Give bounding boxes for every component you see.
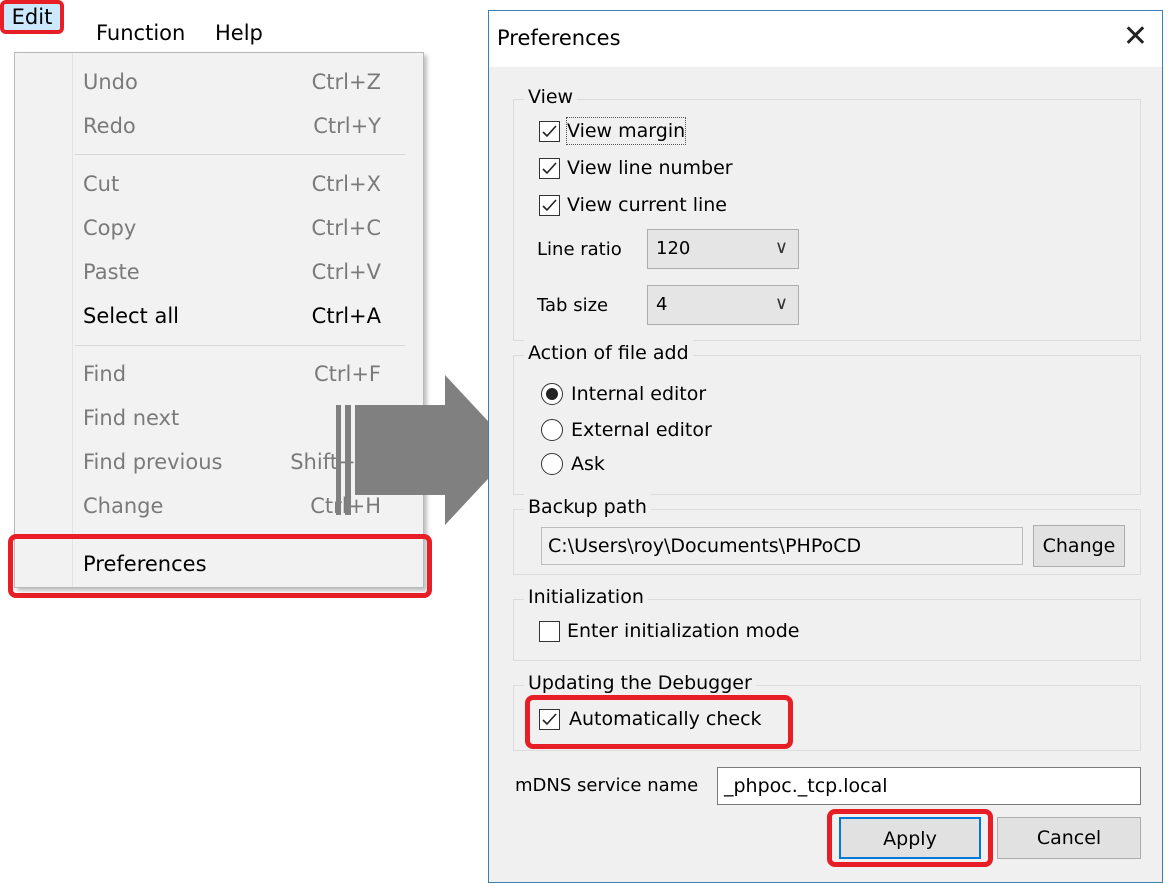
internal-editor-label: Internal editor	[571, 383, 707, 405]
external-editor-label: External editor	[571, 419, 712, 441]
menu-item-label: Copy	[83, 216, 137, 240]
line-ratio-value: 120	[656, 238, 691, 259]
change-button[interactable]: Change	[1033, 525, 1125, 567]
menu-item-undo[interactable]: Undo Ctrl+Z	[15, 61, 423, 103]
mdns-service-name-input[interactable]: _phpoc._tcp.local	[717, 767, 1141, 805]
menu-item-label: Find next	[83, 406, 180, 430]
menu-item-shortcut: Ctrl+V	[311, 260, 381, 284]
title-bar: Preferences ✕	[489, 11, 1162, 67]
menu-item-label: Undo	[83, 70, 138, 94]
file-add-group-title: Action of file add	[524, 340, 693, 366]
menu-item-copy[interactable]: Copy Ctrl+C	[15, 207, 423, 249]
menu-function[interactable]: Function	[96, 18, 185, 48]
menu-item-redo[interactable]: Redo Ctrl+Y	[15, 105, 423, 147]
menu-item-label: Redo	[83, 114, 136, 138]
dialog-title: Preferences	[497, 26, 621, 50]
enter-init-mode-checkbox[interactable]	[539, 621, 560, 642]
close-icon[interactable]: ✕	[1123, 19, 1148, 55]
chevron-down-icon: ∨	[774, 293, 788, 314]
cancel-button[interactable]: Cancel	[997, 817, 1141, 859]
view-margin-label: View margin	[565, 117, 687, 145]
external-editor-radio[interactable]	[541, 419, 563, 441]
menu-item-label: Find previous	[83, 450, 223, 474]
line-ratio-label: Line ratio	[537, 239, 622, 260]
ask-label: Ask	[571, 453, 605, 475]
menu-item-shortcut: Ctrl+X	[311, 172, 381, 196]
auto-check-highlight-box	[525, 695, 793, 749]
enter-init-mode-label: Enter initialization mode	[567, 620, 800, 642]
menu-item-label: Paste	[83, 260, 140, 284]
menu-item-label: Change	[83, 494, 164, 518]
preferences-dialog: Preferences ✕ View View margin View line…	[488, 10, 1163, 883]
menu-separator	[75, 345, 405, 346]
line-ratio-select[interactable]: 120 ∨	[647, 229, 799, 269]
view-margin-checkbox[interactable]	[539, 121, 560, 142]
menu-help[interactable]: Help	[215, 18, 263, 48]
tab-size-value: 4	[656, 294, 668, 315]
view-group-title: View	[524, 84, 578, 110]
view-current-line-checkbox[interactable]	[539, 195, 560, 216]
view-line-number-checkbox[interactable]	[539, 158, 560, 179]
menu-separator	[75, 154, 405, 155]
menu-item-paste[interactable]: Paste Ctrl+V	[15, 251, 423, 293]
menu-edit[interactable]: Edit	[0, 0, 64, 34]
menu-item-shortcut: Ctrl+Z	[311, 70, 381, 94]
update-debugger-group-title: Updating the Debugger	[524, 670, 756, 696]
menu-item-shortcut: Ctrl+A	[311, 304, 381, 328]
tab-size-label: Tab size	[537, 295, 609, 316]
chevron-down-icon: ∨	[774, 237, 788, 258]
apply-highlight-box	[827, 809, 993, 867]
backup-path-group-title: Backup path	[524, 494, 651, 520]
internal-editor-radio[interactable]	[541, 383, 563, 405]
menu-item-shortcut: Ctrl+C	[311, 216, 381, 240]
preferences-highlight-box	[8, 534, 432, 598]
view-line-number-label: View line number	[567, 157, 733, 179]
mdns-label: mDNS service name	[515, 775, 699, 796]
menu-item-cut[interactable]: Cut Ctrl+X	[15, 163, 423, 205]
view-current-line-label: View current line	[567, 194, 727, 216]
radio-selected-dot	[546, 388, 558, 400]
arrow-stripe	[345, 405, 351, 515]
arrow-stripe	[336, 405, 341, 515]
ask-radio[interactable]	[541, 453, 563, 475]
initialization-group-title: Initialization	[524, 584, 648, 610]
tab-size-select[interactable]: 4 ∨	[647, 285, 799, 325]
menu-item-select-all[interactable]: Select all Ctrl+A	[15, 295, 423, 337]
menu-item-shortcut: Ctrl+Y	[313, 114, 381, 138]
menu-item-label: Cut	[83, 172, 120, 196]
menu-item-label: Select all	[83, 304, 179, 328]
menu-item-label: Find	[83, 362, 127, 386]
backup-path-field[interactable]: C:\Users\roy\Documents\PHPoCD	[541, 527, 1023, 565]
